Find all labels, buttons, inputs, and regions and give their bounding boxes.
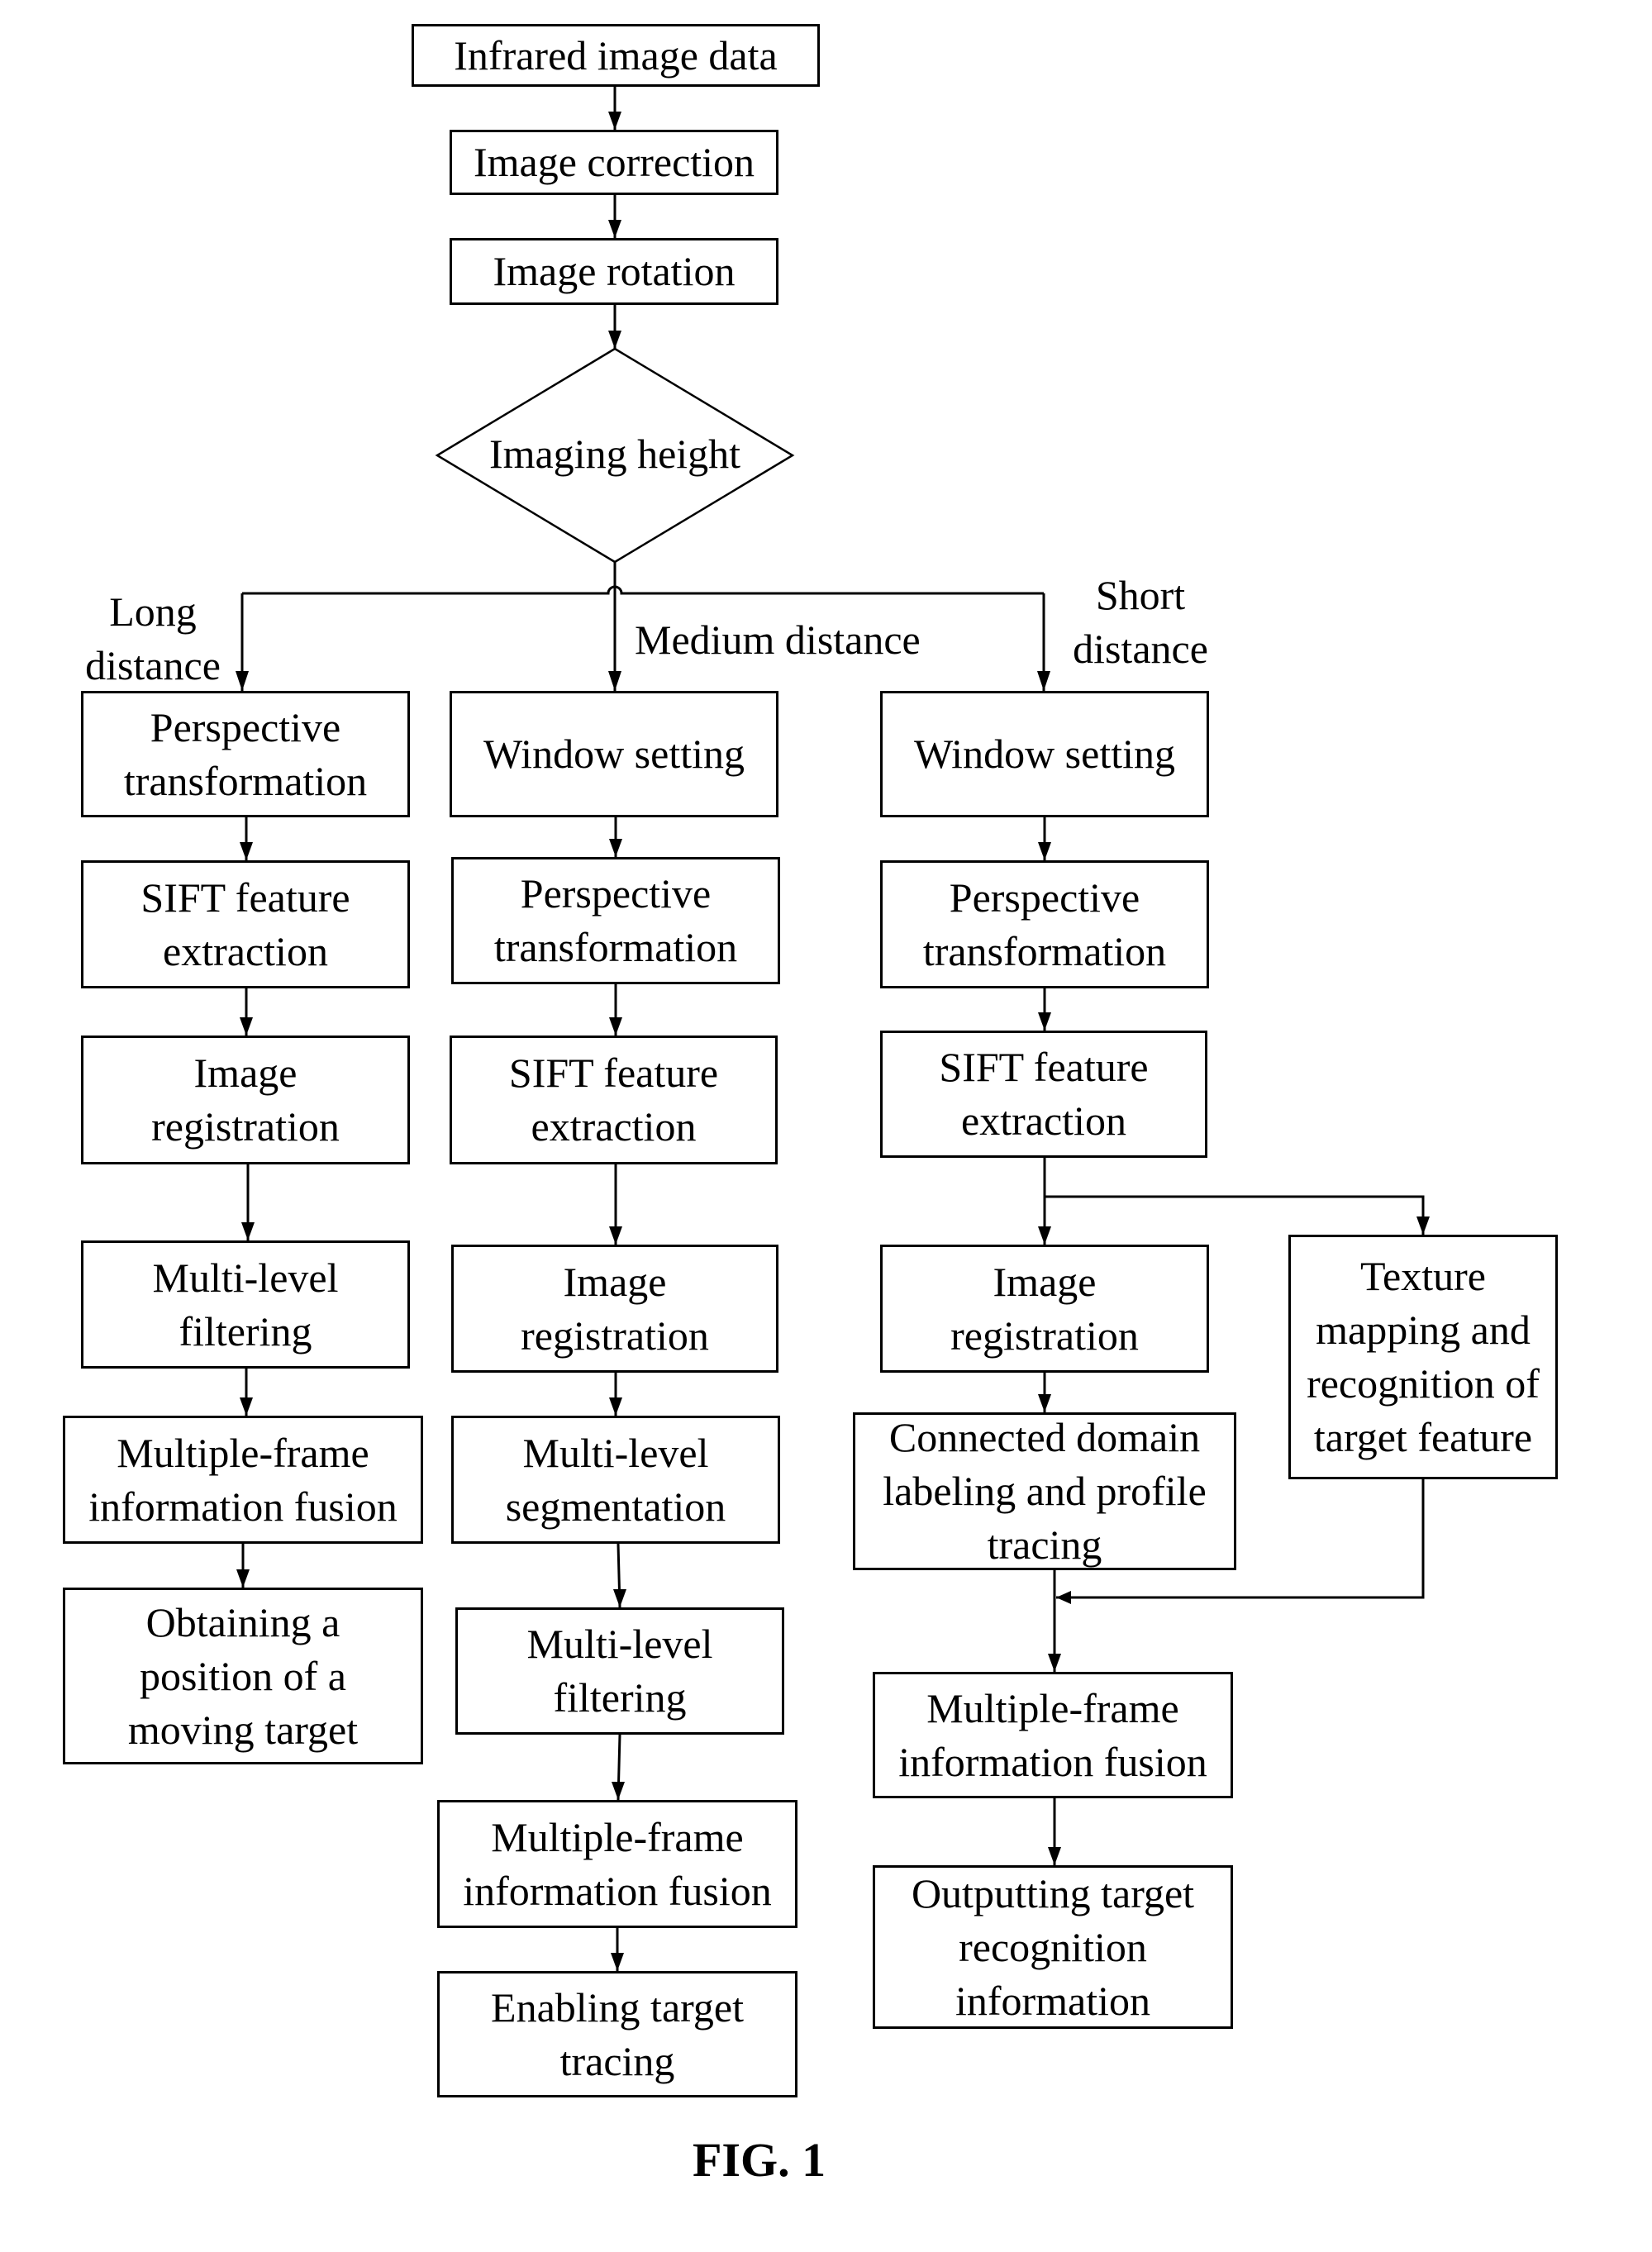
arrowhead-icon xyxy=(236,1569,250,1588)
image-correction-label: Image correction xyxy=(473,139,755,185)
short-step-1-label: Window setting xyxy=(913,731,1175,777)
long-step-4-label: Multi-level filtering xyxy=(152,1254,339,1355)
medium-step-7: Multiple-frame information fusion xyxy=(437,1800,797,1928)
long-step-2-label: SIFT feature extraction xyxy=(140,874,350,974)
long-distance-label: Long distance xyxy=(85,588,221,688)
arrowhead-icon xyxy=(1416,1216,1430,1235)
arrowhead-icon xyxy=(1048,1847,1061,1865)
figure-caption: FIG. 1 xyxy=(693,2133,826,2187)
short-step-5-label: Connected domain labeling and profile tr… xyxy=(883,1414,1207,1568)
medium-step-2: Perspective transformation xyxy=(451,857,780,984)
arrowhead-icon xyxy=(609,1226,622,1245)
short-distance-label: Short distance xyxy=(1073,572,1208,672)
short-step-2: Perspective transformation xyxy=(880,860,1209,988)
arrowhead-icon xyxy=(1038,1226,1051,1245)
medium-step-3-label: SIFT feature extraction xyxy=(508,1050,719,1150)
arrowhead-icon xyxy=(1048,1654,1061,1672)
arrowhead-icon xyxy=(611,1953,624,1971)
arrowhead-icon xyxy=(609,839,622,857)
image-correction-box: Image correction xyxy=(450,130,778,195)
medium-step-7-label: Multiple-frame information fusion xyxy=(463,1813,772,1914)
medium-step-4-label: Image registration xyxy=(521,1258,709,1359)
texture-mapping-box: Texture mapping and recognition of targe… xyxy=(1288,1235,1558,1479)
long-step-6-label: Obtaining a position of a moving target xyxy=(127,1598,359,1753)
arrowhead-icon xyxy=(240,1017,253,1036)
long-step-6: Obtaining a position of a moving target xyxy=(63,1588,423,1764)
medium-step-3: SIFT feature extraction xyxy=(450,1036,778,1164)
short-step-3-label: SIFT feature extraction xyxy=(939,1044,1149,1144)
short-step-5: Connected domain labeling and profile tr… xyxy=(853,1412,1236,1570)
connector-to-texture xyxy=(1045,1195,1425,1235)
medium-distance-label: Medium distance xyxy=(635,617,921,663)
medium-step-6: Multi-level filtering xyxy=(455,1607,784,1735)
arrowhead-icon xyxy=(608,331,621,349)
arrowhead-icon xyxy=(1038,1394,1051,1412)
arrowhead-icon xyxy=(608,220,621,238)
medium-step-6-label: Multi-level filtering xyxy=(526,1621,713,1721)
texture-mapping-label: Texture mapping and recognition of targe… xyxy=(1307,1253,1540,1460)
arrowhead-icon xyxy=(1038,842,1051,860)
short-step-7: Outputting target recognition informatio… xyxy=(873,1865,1233,2029)
imaging-height-label: Imaging height xyxy=(488,431,741,477)
short-step-4: Image registration xyxy=(880,1245,1209,1373)
short-step-6-label: Multiple-frame information fusion xyxy=(898,1684,1207,1785)
arrowhead-icon xyxy=(236,671,249,691)
medium-step-8: Enabling target tracing xyxy=(437,1971,797,2097)
arrowhead-icon xyxy=(608,112,621,130)
short-step-6: Multiple-frame information fusion xyxy=(873,1672,1233,1798)
arrowhead-icon xyxy=(608,671,621,691)
long-step-1-label: Perspective transformation xyxy=(123,703,368,804)
long-step-2: SIFT feature extraction xyxy=(81,860,410,988)
arrowhead-icon xyxy=(612,1782,625,1800)
long-step-3: Image registration xyxy=(81,1036,410,1164)
arrowhead-icon xyxy=(613,1589,626,1607)
medium-step-8-label: Enabling target tracing xyxy=(491,1983,744,2084)
long-step-5: Multiple-frame information fusion xyxy=(63,1416,423,1544)
long-step-3-label: Image registration xyxy=(151,1050,340,1150)
long-step-1: Perspective transformation xyxy=(81,691,410,817)
long-step-4: Multi-level filtering xyxy=(81,1240,410,1369)
arrowhead-icon xyxy=(1056,1591,1071,1604)
medium-step-1: Window setting xyxy=(450,691,778,817)
short-step-2-label: Perspective transformation xyxy=(922,874,1167,974)
start-box: Infrared image data xyxy=(412,24,820,87)
medium-step-4: Image registration xyxy=(451,1245,778,1373)
image-rotation-box: Image rotation xyxy=(450,238,778,305)
branch-split-line xyxy=(242,585,1044,595)
arrowhead-icon xyxy=(1037,671,1050,691)
arrowhead-icon xyxy=(240,842,253,860)
long-step-5-label: Multiple-frame information fusion xyxy=(88,1429,398,1530)
image-rotation-label: Image rotation xyxy=(493,248,736,294)
arrowhead-icon xyxy=(240,1397,253,1416)
medium-step-2-label: Perspective transformation xyxy=(493,870,738,970)
arrowhead-icon xyxy=(609,1397,622,1416)
short-step-3: SIFT feature extraction xyxy=(880,1031,1207,1158)
short-step-4-label: Image registration xyxy=(950,1258,1139,1359)
short-step-1: Window setting xyxy=(880,691,1209,817)
medium-step-1-label: Window setting xyxy=(483,731,745,777)
medium-step-5-label: Multi-level segmentation xyxy=(505,1429,726,1530)
short-step-7-label: Outputting target recognition informatio… xyxy=(911,1869,1195,2024)
arrowhead-icon xyxy=(1038,1012,1051,1031)
medium-step-5: Multi-level segmentation xyxy=(451,1416,780,1544)
arrowhead-icon xyxy=(609,1017,622,1036)
start-label: Infrared image data xyxy=(454,31,778,79)
arrowhead-icon xyxy=(241,1222,255,1240)
